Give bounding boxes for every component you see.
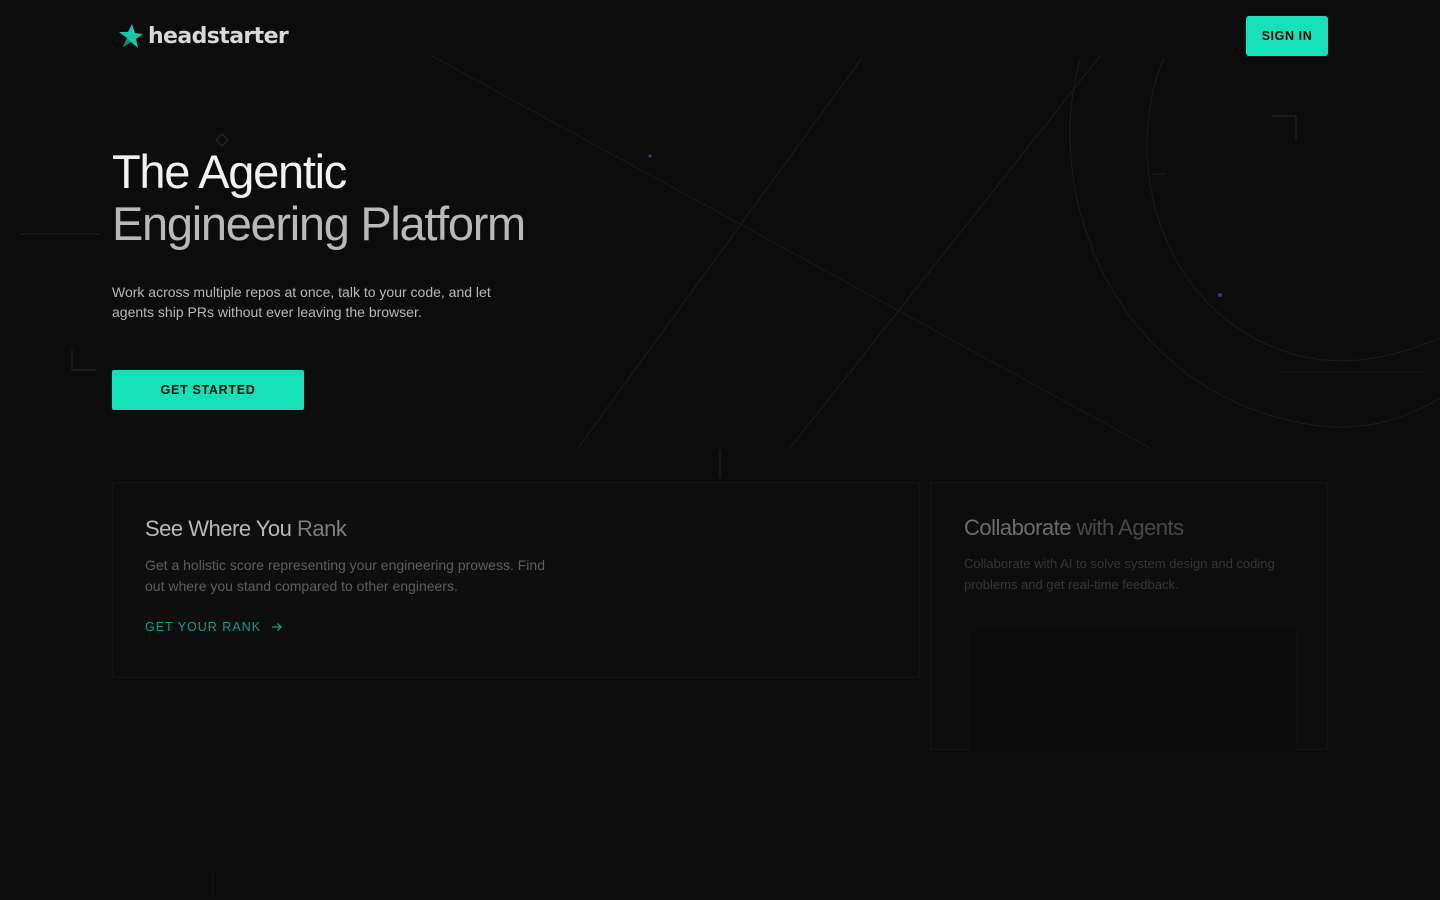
- get-started-button[interactable]: GET STARTED: [112, 370, 304, 410]
- rank-card-description: Get a holistic score representing your e…: [145, 557, 545, 594]
- top-nav: headstarter SIGN IN: [0, 0, 1440, 72]
- collaborate-card-title-strong: Collaborate: [964, 515, 1072, 540]
- arrow-right-icon: [272, 623, 282, 631]
- rank-card: See Where You Rank Get a holistic score …: [112, 482, 920, 678]
- rank-card-title: See Where You Rank: [145, 516, 347, 542]
- hero-title-line1: The Agentic: [112, 145, 347, 198]
- collaborate-card-description: Collaborate with AI to solve system desi…: [964, 556, 1275, 592]
- rank-card-title-dim: Rank: [297, 516, 347, 541]
- brand-name: headstarter: [148, 23, 289, 49]
- rank-card-title-strong: See Where You: [145, 516, 292, 541]
- brand-logo-link[interactable]: headstarter: [118, 22, 289, 50]
- landing-page: headstarter SIGN IN The Agentic Engineer…: [0, 0, 1440, 900]
- collaborate-card-title-dim: with Agents: [1076, 515, 1185, 540]
- get-your-rank-link[interactable]: GET YOUR RANK: [145, 620, 283, 634]
- sign-in-button[interactable]: SIGN IN: [1246, 16, 1328, 56]
- star-rocket-icon: [119, 24, 143, 48]
- hero-title-line2: Engineering Platform: [112, 197, 526, 250]
- get-your-rank-label: GET YOUR RANK: [145, 620, 262, 634]
- collaborate-preview: [969, 627, 1297, 751]
- hero-subtitle: Work across multiple repos at once, talk…: [112, 284, 491, 320]
- background-decoration: [20, 55, 1440, 898]
- collaborate-card: Collaborate with Agents Collaborate with…: [930, 482, 1328, 751]
- hero-title: The Agentic Engineering Platform: [112, 146, 712, 250]
- collaborate-card-title: Collaborate with Agents: [964, 515, 1184, 541]
